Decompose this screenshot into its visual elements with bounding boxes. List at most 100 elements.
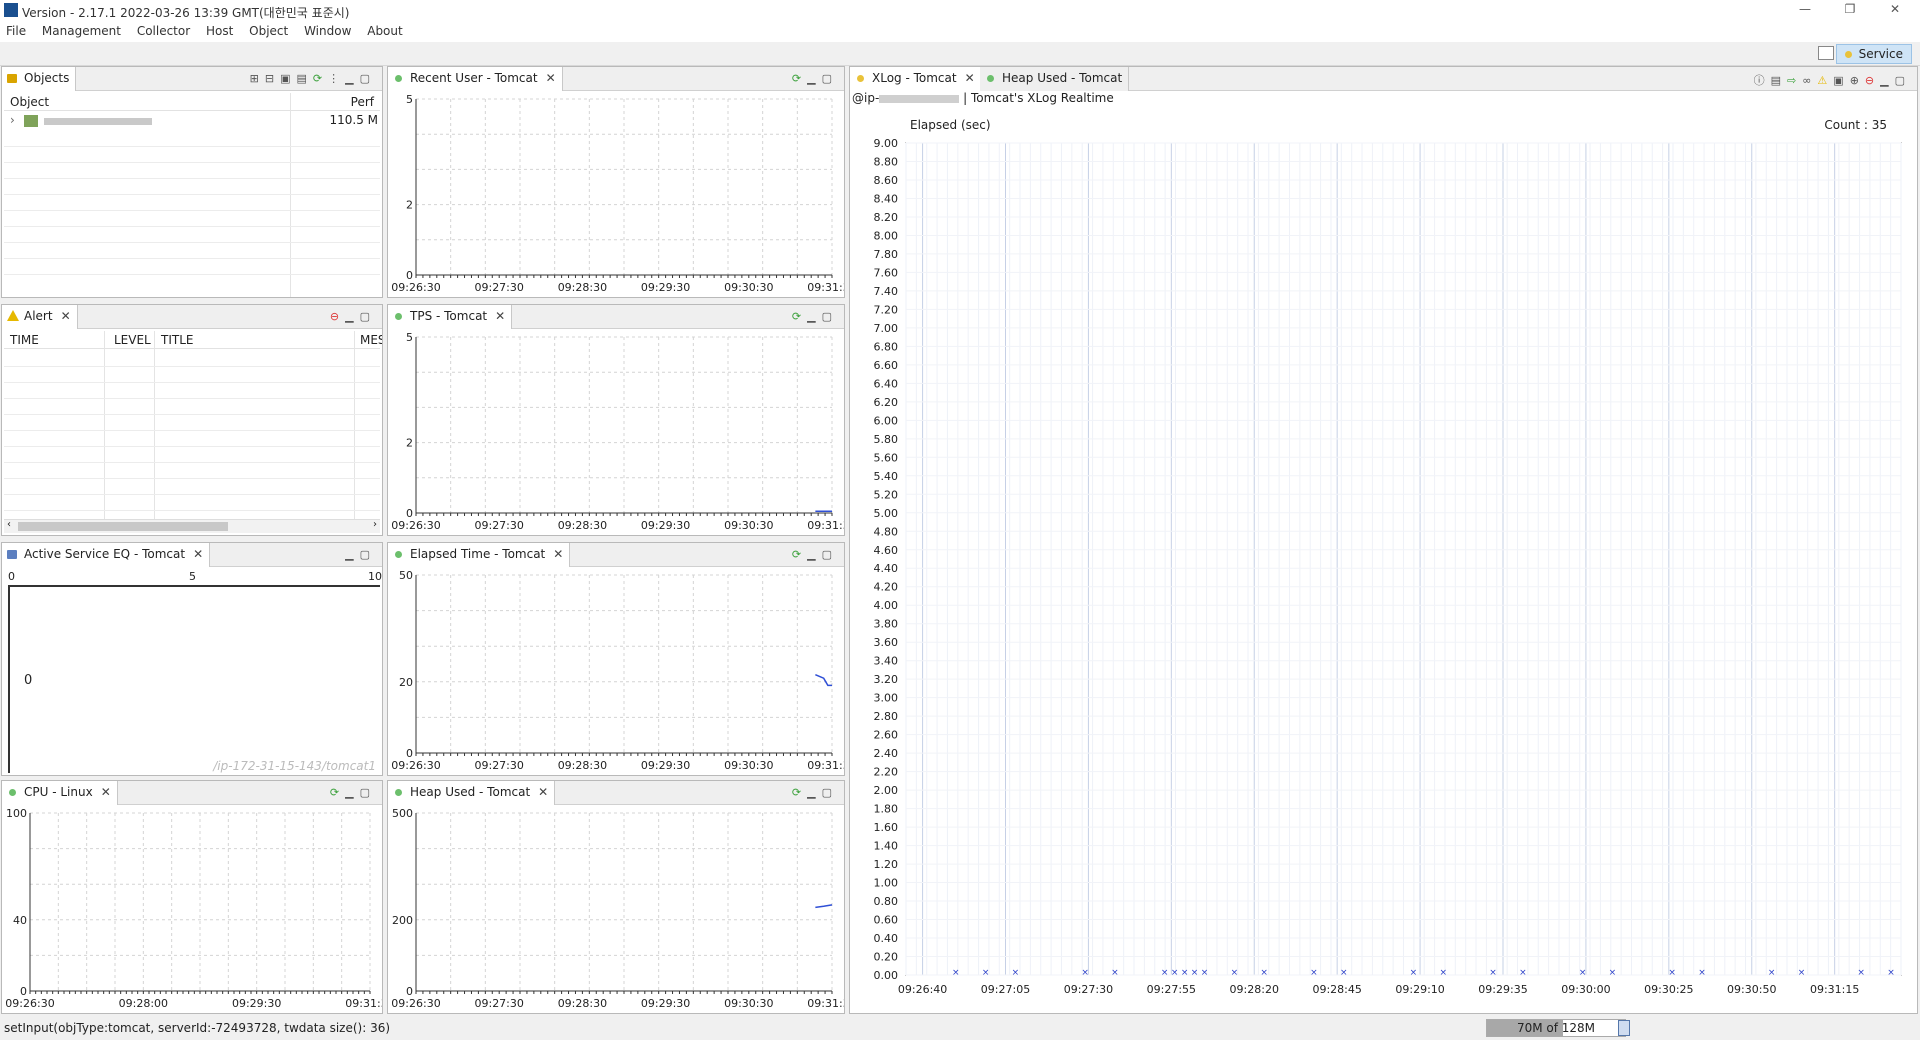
collapse-icon[interactable]: ⊟: [265, 72, 280, 85]
host-icon[interactable]: ▣: [280, 72, 296, 85]
maximize-icon[interactable]: ▢: [822, 786, 838, 799]
xlog-subtitle-row: @ip- | Tomcat's XLog Realtime: [852, 91, 1114, 105]
menu-file[interactable]: File: [0, 22, 32, 40]
tab-xlog[interactable]: XLog - Tomcat ✕: [850, 67, 982, 91]
zoom-in-icon[interactable]: ⊕: [1850, 74, 1865, 87]
menu-object[interactable]: Object: [243, 22, 294, 40]
object-row[interactable]: › 110.5 M: [6, 113, 380, 129]
maximize-icon[interactable]: ▢: [822, 548, 838, 561]
tab-heap-used[interactable]: Heap Used - Tomcat ✕: [388, 781, 556, 805]
menu-host[interactable]: Host: [200, 22, 239, 40]
tab-active-service-label: Active Service EQ - Tomcat: [24, 547, 186, 561]
expand-icon[interactable]: ⊞: [250, 72, 265, 85]
refresh-icon[interactable]: ⟳: [792, 786, 807, 799]
minimize-icon[interactable]: ▁: [807, 548, 821, 561]
zoom-out-icon[interactable]: ⊖: [1865, 74, 1880, 87]
y-tick-label: 3.40: [874, 655, 899, 668]
tab-heap-used-2[interactable]: Heap Used - Tomcat: [980, 67, 1130, 91]
x-tick-label: 09:29:10: [1395, 983, 1444, 996]
memory-indicator[interactable]: 70M of 128M: [1486, 1019, 1626, 1037]
filter-icon[interactable]: ▤: [297, 72, 313, 85]
eq-scale-mid: 5: [189, 570, 196, 583]
save-icon[interactable]: ▣: [1833, 74, 1849, 87]
close-elapsed-time-icon[interactable]: ✕: [553, 547, 563, 561]
maximize-icon[interactable]: ▢: [360, 310, 376, 323]
close-heap-used-icon[interactable]: ✕: [538, 785, 548, 799]
scroll-right-icon[interactable]: ›: [373, 519, 377, 530]
menu-collector[interactable]: Collector: [131, 22, 196, 40]
close-active-service-icon[interactable]: ✕: [193, 547, 203, 561]
close-alert-icon[interactable]: ✕: [61, 309, 71, 323]
title-bar: Version - 2.17.1 2022-03-26 13:39 GMT(대한…: [0, 0, 1920, 22]
tab-cpu[interactable]: CPU - Linux ✕: [2, 781, 118, 805]
warning-filter-icon[interactable]: ⚠: [1817, 74, 1833, 87]
link-icon[interactable]: ∞: [1802, 74, 1817, 87]
x-tick-label: 09:29:30: [641, 997, 690, 1010]
eq-watermark: /ip-172-31-15-143/tomcat1: [213, 759, 376, 773]
help-icon[interactable]: ⓘ: [1754, 74, 1771, 87]
garbage-collect-icon[interactable]: [1618, 1020, 1630, 1036]
tab-tps[interactable]: TPS - Tomcat ✕: [388, 305, 513, 329]
xlog-point: ×: [1181, 968, 1189, 978]
tab-elapsed-time[interactable]: Elapsed Time - Tomcat ✕: [388, 543, 571, 567]
menu-management[interactable]: Management: [36, 22, 127, 40]
more-icon[interactable]: ⋮: [328, 72, 345, 85]
refresh-icon[interactable]: ⟳: [330, 786, 345, 799]
open-perspective-icon[interactable]: [1818, 46, 1834, 60]
load-icon[interactable]: ⇨: [1787, 74, 1802, 87]
col-level[interactable]: LEVEL: [114, 333, 151, 347]
refresh-icon[interactable]: ⟳: [792, 310, 807, 323]
minimize-icon[interactable]: ▁: [345, 310, 359, 323]
refresh-icon[interactable]: ⟳: [792, 72, 807, 85]
minimize-icon[interactable]: ▁: [345, 548, 359, 561]
x-tick-label: 09:28:45: [1312, 983, 1361, 996]
minimize-icon[interactable]: ▁: [807, 72, 821, 85]
col-message[interactable]: MES: [360, 333, 382, 347]
x-tick-label: 09:28:30: [558, 281, 607, 294]
minimize-icon[interactable]: ▁: [345, 72, 359, 85]
tab-objects[interactable]: Objects: [2, 67, 77, 91]
scroll-left-icon[interactable]: ‹: [7, 519, 11, 530]
xlog-point: ×: [1410, 968, 1418, 978]
refresh-icon[interactable]: ⟳: [313, 72, 328, 85]
minimize-icon[interactable]: ▁: [345, 786, 359, 799]
maximize-icon[interactable]: ▢: [822, 310, 838, 323]
scrollbar-thumb[interactable]: [18, 522, 228, 531]
alert-horizontal-scrollbar[interactable]: ‹ ›: [4, 519, 380, 533]
close-xlog-icon[interactable]: ✕: [965, 71, 975, 85]
clear-alerts-icon[interactable]: ⊖: [330, 310, 345, 323]
minimize-icon[interactable]: ▁: [807, 310, 821, 323]
maximize-icon[interactable]: ▢: [822, 72, 838, 85]
col-title[interactable]: TITLE: [161, 333, 193, 347]
col-perf[interactable]: Perf: [351, 95, 374, 109]
perspective-service[interactable]: Service: [1835, 44, 1912, 64]
maximize-icon[interactable]: ▢: [360, 72, 376, 85]
minimize-button[interactable]: —: [1790, 2, 1820, 20]
memory-text: 70M of 128M: [1516, 1021, 1596, 1035]
window-title: Version - 2.17.1 2022-03-26 13:39 GMT(대한…: [22, 6, 350, 20]
x-tick-label: 09:29:35: [1478, 983, 1527, 996]
minimize-icon[interactable]: ▁: [1880, 74, 1894, 87]
expand-arrow-icon[interactable]: ›: [10, 113, 15, 127]
y-tick-label: 8.60: [874, 174, 899, 187]
maximize-icon[interactable]: ▢: [1895, 74, 1911, 87]
menu-window[interactable]: Window: [298, 22, 357, 40]
col-time[interactable]: TIME: [10, 333, 39, 347]
tab-alert[interactable]: Alert ✕: [2, 305, 78, 329]
refresh-icon[interactable]: ⟳: [792, 548, 807, 561]
objects-table-header: Object Perf: [4, 93, 380, 297]
restore-button[interactable]: ❐: [1835, 2, 1865, 20]
maximize-icon[interactable]: ▢: [360, 786, 376, 799]
y-tick-label: 5.20: [874, 488, 899, 501]
tab-active-service[interactable]: Active Service EQ - Tomcat ✕: [2, 543, 211, 567]
close-tps-icon[interactable]: ✕: [495, 309, 505, 323]
close-cpu-icon[interactable]: ✕: [101, 785, 111, 799]
close-button[interactable]: ✕: [1880, 2, 1910, 20]
menu-about[interactable]: About: [361, 22, 408, 40]
close-recent-user-icon[interactable]: ✕: [546, 71, 556, 85]
list-icon[interactable]: ▤: [1771, 74, 1787, 87]
tab-recent-user[interactable]: Recent User - Tomcat ✕: [388, 67, 563, 91]
col-object[interactable]: Object: [10, 95, 49, 109]
maximize-icon[interactable]: ▢: [360, 548, 376, 561]
minimize-icon[interactable]: ▁: [807, 786, 821, 799]
